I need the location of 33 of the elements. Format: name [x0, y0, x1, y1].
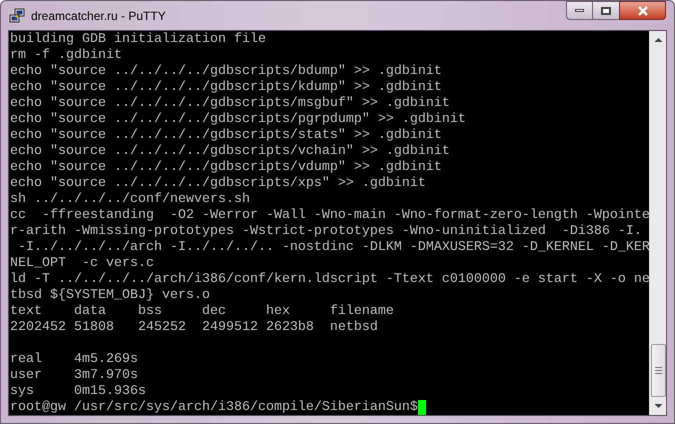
terminal-line: rm -f .gdbinit [10, 48, 123, 64]
terminal-line: r-arith -Wmissing-prototypes -Wstrict-prototypes -Wno-uninitialized -Di386 -I. [10, 224, 643, 240]
scroll-up-icon[interactable] [654, 37, 662, 43]
terminal-line: echo "source ../../../../gdbscripts/kdump" >> .gdbinit [10, 80, 443, 96]
terminal-line: echo "source ../../../../gdbscripts/vchain" >> .gdbinit [10, 144, 451, 160]
terminal-line: echo "source ../../../../gdbscripts/vdump" >> .gdbinit [10, 160, 443, 176]
terminal-line: sh ../../../../conf/newvers.sh [10, 192, 251, 208]
terminal-line: cc -ffreestanding -O2 -Werror -Wall -Wno-main -Wno-format-zero-length -Wpointe [10, 208, 649, 224]
terminal-line: echo "source ../../../../gdbscripts/bdump" >> .gdbinit [10, 64, 443, 80]
terminal-line: user 3m7.970s [10, 368, 139, 384]
terminal-line: ld -T ../../../../arch/i386/conf/kern.ldscript -Ttext c0100000 -e start -X -o ne [10, 272, 649, 288]
close-button[interactable] [619, 1, 666, 20]
scroll-down-icon[interactable] [654, 403, 662, 409]
computers-icon [9, 8, 25, 24]
terminal-line: text data bss dec hex filename [10, 304, 395, 320]
terminal-line: sys 0m15.936s [10, 384, 147, 400]
scrollbar[interactable] [649, 31, 666, 415]
window-title: dreamcatcher.ru - PuTTY [31, 8, 166, 24]
terminal-line: building GDB initialization file [10, 32, 267, 48]
terminal-line: NEL_OPT -c vers.c [10, 256, 155, 272]
scrollbar-thumb[interactable] [650, 344, 666, 397]
text-cursor [418, 400, 426, 415]
terminal-line: echo "source ../../../../gdbscripts/xps" >> .gdbinit [10, 176, 427, 192]
terminal-line: real 4m5.269s [10, 352, 139, 368]
shell-prompt: root@gw /usr/src/sys/arch/i386/compile/SiberianSun$ [10, 400, 418, 415]
terminal-line: echo "source ../../../../gdbscripts/msgbuf" >> .gdbinit [10, 96, 451, 112]
terminal-line: echo "source ../../../../gdbscripts/pgrpdump" >> .gdbinit [10, 112, 467, 128]
maximize-button[interactable] [593, 1, 619, 20]
terminal-line: 2202452 51808 245252 2499512 2623b8 netbsd [10, 320, 379, 336]
terminal-line: echo "source ../../../../gdbscripts/stats" >> .gdbinit [10, 128, 443, 144]
terminal-line: tbsd ${SYSTEM_OBJ} vers.o [10, 288, 211, 304]
close-icon [636, 6, 648, 16]
minimize-button[interactable] [566, 1, 593, 20]
